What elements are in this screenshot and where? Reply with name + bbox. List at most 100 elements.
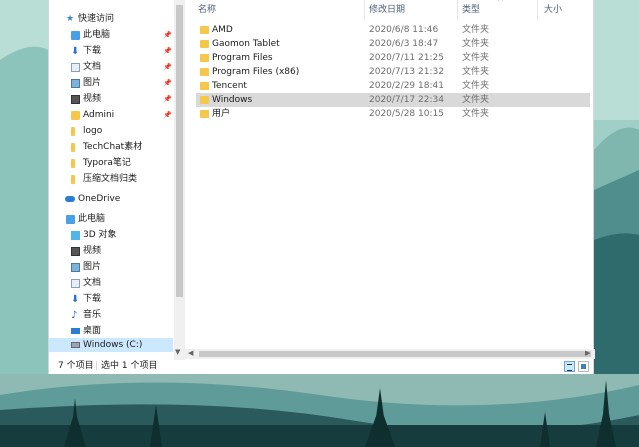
document-icon xyxy=(71,63,80,72)
cube-icon xyxy=(71,231,80,240)
nav-this-pc[interactable]: 此电脑 xyxy=(49,212,173,227)
nav-label: 视频 xyxy=(83,94,102,104)
nav-label: Typora笔记 xyxy=(83,158,131,168)
sort-up-icon: ^ xyxy=(497,0,504,6)
column-header-date[interactable]: 修改日期 xyxy=(369,0,405,20)
nav-pc-3d-objects[interactable]: 3D 对象 xyxy=(49,228,173,243)
nav-label: TechChat素材 xyxy=(83,142,143,152)
chevron-right-icon[interactable]: ▶ xyxy=(585,349,590,357)
nav-label: 3D 对象 xyxy=(83,230,117,240)
video-icon xyxy=(71,95,80,104)
nav-pc-pictures[interactable]: 图片 xyxy=(49,260,173,275)
file-type: 文件夹 xyxy=(462,53,490,63)
nav-quick-access[interactable]: ★ 快速访问 xyxy=(49,12,173,27)
tiles-view-icon xyxy=(581,364,586,369)
status-bar: 7 个项目 | 选中 1 个项目 xyxy=(49,359,595,374)
folder-icon xyxy=(71,127,75,136)
pin-icon: 📌 xyxy=(163,31,172,39)
pin-icon: 📌 xyxy=(163,79,172,87)
nav-pc-desktop[interactable]: 桌面 xyxy=(49,324,173,339)
nav-item-logo[interactable]: logo xyxy=(49,124,173,139)
nav-pc-drive-c[interactable]: Windows (C:) xyxy=(49,338,173,352)
file-date: 2020/7/11 21:25 xyxy=(369,53,444,63)
file-row-program-files-x86[interactable]: Program Files (x86) 2020/7/13 21:32 文件夹 xyxy=(196,65,590,79)
column-divider[interactable] xyxy=(364,0,365,20)
nav-label: Admini xyxy=(83,110,115,120)
status-divider: | xyxy=(95,361,99,371)
pin-icon: 📌 xyxy=(163,63,172,71)
content-horizontal-scrollbar[interactable]: ◀ ▶ xyxy=(185,349,595,359)
file-date: 2020/7/17 22:34 xyxy=(369,95,444,105)
nav-pc-downloads[interactable]: ⬇ 下载 xyxy=(49,292,173,307)
details-view-button[interactable] xyxy=(564,361,575,372)
column-header-type[interactable]: 类型 xyxy=(462,0,480,20)
chevron-left-icon[interactable]: ◀ xyxy=(188,349,193,357)
file-row-amd[interactable]: AMD 2020/6/8 11:46 文件夹 xyxy=(196,23,590,37)
scrollbar-thumb[interactable] xyxy=(199,351,591,357)
column-divider[interactable] xyxy=(457,0,458,20)
nav-item-pictures-pinned[interactable]: 图片 📌 xyxy=(49,76,173,91)
file-date: 2020/5/28 10:15 xyxy=(369,109,444,119)
download-arrow-icon: ⬇ xyxy=(71,294,80,305)
folder-icon xyxy=(200,26,209,34)
nav-label: 此电脑 xyxy=(83,30,111,40)
nav-item-archives[interactable]: 压缩文档归类 xyxy=(49,172,173,187)
nav-pc-music[interactable]: ♪ 音乐 xyxy=(49,308,173,323)
folder-icon xyxy=(71,159,75,168)
file-row-gaomon[interactable]: Gaomon Tablet 2020/6/3 18:47 文件夹 xyxy=(196,37,590,51)
picture-icon xyxy=(71,79,80,88)
computer-icon xyxy=(71,31,80,40)
file-type: 文件夹 xyxy=(462,109,490,119)
file-type: 文件夹 xyxy=(462,67,490,77)
nav-item-documents-pinned[interactable]: 文档 📌 xyxy=(49,60,173,75)
file-row-windows[interactable]: Windows 2020/7/17 22:34 文件夹 xyxy=(196,93,590,107)
scrollbar-thumb[interactable] xyxy=(176,5,183,297)
large-icons-view-button[interactable] xyxy=(578,361,589,372)
column-divider[interactable] xyxy=(537,0,538,20)
folder-icon xyxy=(200,54,209,62)
file-type: 文件夹 xyxy=(462,81,490,91)
file-name: Windows xyxy=(212,95,253,105)
nav-label: 快速访问 xyxy=(78,14,115,24)
nav-label: 文档 xyxy=(83,278,102,288)
nav-label: 图片 xyxy=(83,78,102,88)
list-view-icon xyxy=(567,364,572,371)
drive-icon xyxy=(71,342,80,348)
column-header-size[interactable]: 大小 xyxy=(544,0,562,20)
nav-label: logo xyxy=(83,126,103,136)
nav-item-videos-pinned[interactable]: 视频 📌 xyxy=(49,92,173,107)
nav-label: 此电脑 xyxy=(78,214,106,224)
file-name: Gaomon Tablet xyxy=(212,39,280,49)
file-row-users[interactable]: 用户 2020/5/28 10:15 文件夹 xyxy=(196,107,590,121)
desktop-icon xyxy=(71,328,80,334)
file-date: 2020/6/3 18:47 xyxy=(369,39,439,49)
nav-item-admini[interactable]: Admini 📌 xyxy=(49,108,173,123)
nav-pc-documents[interactable]: 文档 xyxy=(49,276,173,291)
document-icon xyxy=(71,279,80,288)
nav-onedrive[interactable]: OneDrive xyxy=(49,192,173,207)
folder-icon xyxy=(200,82,209,90)
nav-item-downloads-pinned[interactable]: ⬇ 下载 📌 xyxy=(49,44,173,59)
nav-label: 压缩文档归类 xyxy=(83,174,138,184)
file-name: AMD xyxy=(212,25,233,35)
nav-label: 下载 xyxy=(83,46,102,56)
nav-pc-videos[interactable]: 视频 xyxy=(49,244,173,259)
file-list-pane: 名称 修改日期 类型 ^ 大小 AMD 2020/6/8 11:46 文件夹 G… xyxy=(194,0,594,352)
file-row-program-files[interactable]: Program Files 2020/7/11 21:25 文件夹 xyxy=(196,51,590,65)
file-name: Program Files (x86) xyxy=(212,67,300,77)
column-header-name[interactable]: 名称 xyxy=(198,0,216,20)
file-name: 用户 xyxy=(212,109,231,119)
nav-item-techchat[interactable]: TechChat素材 xyxy=(49,140,173,155)
nav-item-typora[interactable]: Typora笔记 xyxy=(49,156,173,171)
nav-label: 视频 xyxy=(83,246,102,256)
nav-vertical-scrollbar[interactable]: ▼ xyxy=(174,0,185,360)
video-icon xyxy=(71,247,80,256)
folder-icon xyxy=(71,111,80,120)
file-type: 文件夹 xyxy=(462,39,490,49)
nav-label: 文档 xyxy=(83,62,102,72)
music-note-icon: ♪ xyxy=(71,310,78,321)
selected-count: 选中 1 个项目 xyxy=(101,361,158,371)
file-row-tencent[interactable]: Tencent 2020/2/29 18:41 文件夹 xyxy=(196,79,590,93)
chevron-down-icon[interactable]: ▼ xyxy=(175,348,180,356)
nav-item-this-pc-pinned[interactable]: 此电脑 📌 xyxy=(49,28,173,43)
